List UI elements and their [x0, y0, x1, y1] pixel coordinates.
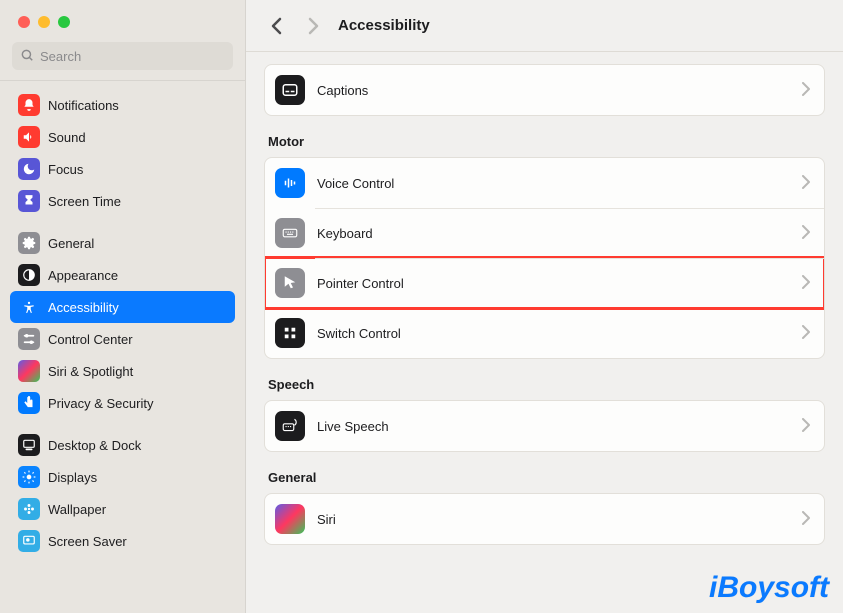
chevron-right-icon [802, 275, 810, 292]
hand-icon [18, 392, 40, 414]
chevron-right-icon [802, 175, 810, 192]
section-title-general: General [268, 470, 821, 485]
voice-icon [275, 168, 305, 198]
sidebar-item-label: Control Center [48, 332, 133, 347]
sidebar-item-siri[interactable]: Siri & Spotlight [10, 355, 235, 387]
sidebar-item-desktop[interactable]: Desktop & Dock [10, 429, 235, 461]
keyboard-icon [275, 218, 305, 248]
page-title: Accessibility [338, 17, 430, 34]
sidebar-item-appearance[interactable]: Appearance [10, 259, 235, 291]
row-captions[interactable]: Captions [265, 65, 824, 115]
sidebar-nav: Notifications Sound Focus Screen Time [0, 81, 245, 613]
row-label: Keyboard [317, 226, 790, 241]
forward-button[interactable] [302, 15, 324, 37]
sidebar-item-controlcenter[interactable]: Control Center [10, 323, 235, 355]
row-label: Captions [317, 83, 790, 98]
chevron-right-icon [802, 418, 810, 435]
header: Accessibility [246, 0, 843, 52]
row-voicecontrol[interactable]: Voice Control [265, 158, 824, 208]
sidebar: Notifications Sound Focus Screen Time [0, 0, 246, 613]
hourglass-icon [18, 190, 40, 212]
section-title-motor: Motor [268, 134, 821, 149]
sidebar-item-label: Wallpaper [48, 502, 106, 517]
sidebar-item-sound[interactable]: Sound [10, 121, 235, 153]
flower-icon [18, 498, 40, 520]
sidebar-item-focus[interactable]: Focus [10, 153, 235, 185]
row-label: Pointer Control [317, 276, 790, 291]
section-title-speech: Speech [268, 377, 821, 392]
minimize-window-button[interactable] [38, 16, 50, 28]
sidebar-item-label: Displays [48, 470, 97, 485]
row-switch-control[interactable]: Switch Control [265, 308, 824, 358]
sidebar-item-label: Notifications [48, 98, 119, 113]
sidebar-item-label: Accessibility [48, 300, 119, 315]
sidebar-item-label: Privacy & Security [48, 396, 153, 411]
search-field[interactable] [12, 42, 233, 70]
row-label: Voice Control [317, 176, 790, 191]
search-icon [20, 48, 34, 65]
fullscreen-window-button[interactable] [58, 16, 70, 28]
grid-icon [275, 318, 305, 348]
sidebar-item-label: Sound [48, 130, 86, 145]
sidebar-item-notifications[interactable]: Notifications [10, 89, 235, 121]
window-controls [0, 0, 245, 42]
watermark: iBoysoft [709, 571, 829, 605]
close-window-button[interactable] [18, 16, 30, 28]
row-label: Live Speech [317, 419, 790, 434]
sidebar-item-accessibility[interactable]: Accessibility [10, 291, 235, 323]
screensaver-icon [18, 530, 40, 552]
accessibility-icon [18, 296, 40, 318]
back-button[interactable] [266, 15, 288, 37]
siri-icon [275, 504, 305, 534]
chevron-right-icon [802, 225, 810, 242]
chevron-right-icon [802, 325, 810, 342]
row-label: Switch Control [317, 326, 790, 341]
sidebar-item-screensaver[interactable]: Screen Saver [10, 525, 235, 557]
search-input[interactable] [40, 49, 225, 64]
sidebar-item-label: Siri & Spotlight [48, 364, 133, 379]
row-siri[interactable]: Siri [265, 494, 824, 544]
sliders-icon [18, 328, 40, 350]
sidebar-item-label: Desktop & Dock [48, 438, 141, 453]
keyboard-speech-icon [275, 411, 305, 441]
row-pointer-control[interactable]: Pointer Control [265, 258, 824, 308]
gear-icon [18, 232, 40, 254]
sidebar-item-label: Appearance [48, 268, 118, 283]
sidebar-item-label: Screen Time [48, 194, 121, 209]
bell-icon [18, 94, 40, 116]
sidebar-item-label: Focus [48, 162, 83, 177]
siri-icon [18, 360, 40, 382]
chevron-right-icon [802, 511, 810, 528]
row-live-speech[interactable]: Live Speech [265, 401, 824, 451]
main-panel: Accessibility Captions Motor Voice Contr… [246, 0, 843, 613]
pointer-icon [275, 268, 305, 298]
sidebar-item-displays[interactable]: Displays [10, 461, 235, 493]
content: Captions Motor Voice Control Keyboard [246, 52, 843, 613]
speaker-icon [18, 126, 40, 148]
sidebar-item-label: General [48, 236, 94, 251]
brightness-icon [18, 466, 40, 488]
appearance-icon [18, 264, 40, 286]
moon-icon [18, 158, 40, 180]
sidebar-item-wallpaper[interactable]: Wallpaper [10, 493, 235, 525]
sidebar-item-screentime[interactable]: Screen Time [10, 185, 235, 217]
chevron-right-icon [802, 82, 810, 99]
row-keyboard[interactable]: Keyboard [265, 208, 824, 258]
sidebar-item-privacy[interactable]: Privacy & Security [10, 387, 235, 419]
sidebar-item-label: Screen Saver [48, 534, 127, 549]
row-label: Siri [317, 512, 790, 527]
sidebar-item-general[interactable]: General [10, 227, 235, 259]
captions-icon [275, 75, 305, 105]
dock-icon [18, 434, 40, 456]
